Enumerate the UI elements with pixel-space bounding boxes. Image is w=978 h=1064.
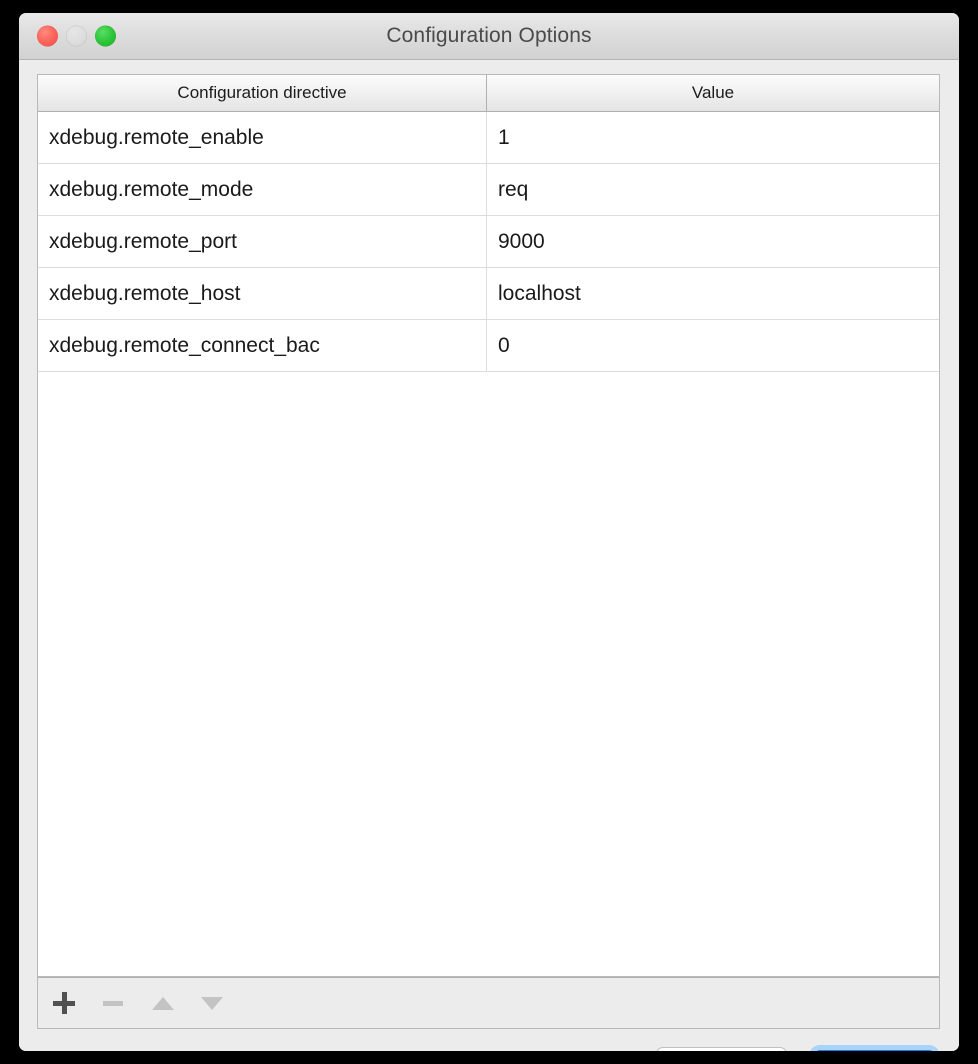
cell-directive[interactable]: xdebug.remote_host — [38, 268, 487, 319]
table-row[interactable]: xdebug.remote_port 9000 — [38, 216, 939, 268]
ok-button[interactable]: OK — [814, 1050, 935, 1051]
cell-value[interactable]: req — [487, 164, 939, 215]
table-row[interactable]: xdebug.remote_host localhost — [38, 268, 939, 320]
plus-icon — [53, 992, 75, 1014]
move-row-up-button[interactable] — [143, 983, 183, 1023]
window-titlebar: Configuration Options — [19, 13, 959, 60]
triangle-up-icon — [152, 996, 174, 1010]
cell-value[interactable]: localhost — [487, 268, 939, 319]
dialog-buttons: Cancel OK — [656, 1045, 940, 1051]
window-body: Configuration directive Value xdebug.rem… — [19, 60, 959, 1051]
move-row-down-button[interactable] — [192, 983, 232, 1023]
cell-directive[interactable]: xdebug.remote_connect_bac — [38, 320, 487, 371]
table-row[interactable]: xdebug.remote_mode req — [38, 164, 939, 216]
table-header-row: Configuration directive Value — [38, 75, 939, 112]
column-header-directive[interactable]: Configuration directive — [38, 75, 487, 111]
configuration-table: Configuration directive Value xdebug.rem… — [37, 74, 940, 977]
column-header-value[interactable]: Value — [487, 75, 939, 111]
cell-value[interactable]: 0 — [487, 320, 939, 371]
cancel-button[interactable]: Cancel — [656, 1047, 787, 1051]
table-row[interactable]: xdebug.remote_enable 1 — [38, 112, 939, 164]
cell-value[interactable]: 9000 — [487, 216, 939, 267]
remove-row-button[interactable] — [93, 983, 133, 1023]
table-body: xdebug.remote_enable 1 xdebug.remote_mod… — [38, 112, 939, 976]
add-row-button[interactable] — [44, 983, 84, 1023]
cell-directive[interactable]: xdebug.remote_enable — [38, 112, 487, 163]
cell-directive[interactable]: xdebug.remote_port — [38, 216, 487, 267]
cell-value[interactable]: 1 — [487, 112, 939, 163]
triangle-down-icon — [201, 996, 223, 1010]
minus-icon — [103, 1000, 123, 1006]
configuration-options-window: Configuration Options Configuration dire… — [19, 13, 959, 1051]
table-row[interactable]: xdebug.remote_connect_bac 0 — [38, 320, 939, 372]
ok-button-focus-ring: OK — [809, 1045, 940, 1051]
window-title: Configuration Options — [386, 24, 592, 47]
table-toolbar — [37, 977, 940, 1029]
cell-directive[interactable]: xdebug.remote_mode — [38, 164, 487, 215]
